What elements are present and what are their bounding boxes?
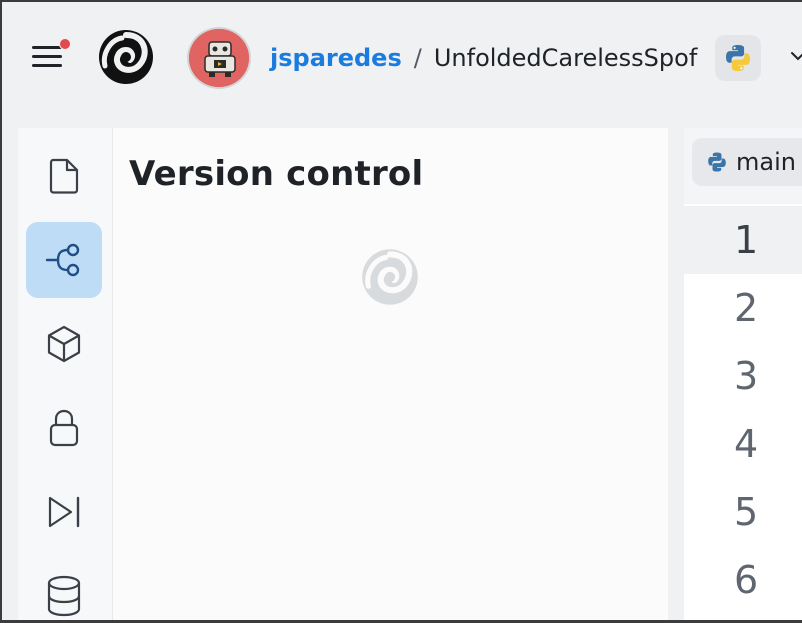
- git-branch-icon: [45, 243, 80, 277]
- repl-name[interactable]: UnfoldedCarelessSpof: [434, 44, 697, 72]
- top-bar: jsparedes / UnfoldedCarelessSpof: [2, 2, 802, 116]
- language-badge[interactable]: [715, 35, 761, 81]
- sidebar-item-debugger[interactable]: [26, 474, 102, 550]
- username-link[interactable]: jsparedes: [270, 44, 402, 72]
- database-icon: [47, 575, 81, 617]
- hamburger-icon-line: [32, 55, 62, 58]
- code-editor: main 1 2 3 4 5 6: [684, 128, 802, 620]
- tab-main[interactable]: main: [692, 138, 802, 186]
- sidebar-item-secrets[interactable]: [26, 390, 102, 466]
- sidebar-item-version-control[interactable]: [26, 222, 102, 298]
- menu-button[interactable]: [28, 36, 76, 76]
- python-icon: [726, 45, 750, 71]
- robot-avatar-icon: [189, 29, 249, 87]
- line-number: 3: [734, 354, 759, 398]
- replit-logo-icon[interactable]: [92, 26, 160, 88]
- app-window: jsparedes / UnfoldedCarelessSpof Version…: [0, 0, 802, 623]
- run-step-icon: [48, 496, 80, 528]
- line-number: 2: [734, 286, 759, 330]
- notification-dot: [59, 38, 71, 50]
- chevron-down-icon[interactable]: [788, 46, 802, 66]
- sidebar-rail: [18, 128, 112, 620]
- file-icon: [49, 158, 79, 194]
- package-cube-icon: [47, 325, 81, 363]
- hamburger-icon: [32, 46, 62, 49]
- breadcrumb-separator: /: [413, 44, 422, 72]
- loading-spinner-icon: [362, 249, 418, 305]
- python-icon: [708, 152, 726, 172]
- line-number: 6: [734, 558, 759, 602]
- line-number: 5: [734, 490, 759, 534]
- tab-label: main: [736, 148, 796, 176]
- sidebar-item-database[interactable]: [26, 558, 102, 620]
- version-control-panel: Version control: [112, 128, 668, 620]
- line-number-gutter: 1 2 3 4 5 6: [684, 206, 802, 614]
- hamburger-icon-line: [32, 64, 62, 67]
- line-number: 4: [734, 422, 759, 466]
- line-number: 1: [684, 206, 802, 274]
- lock-icon: [49, 409, 79, 447]
- sidebar-item-files[interactable]: [26, 138, 102, 214]
- editor-tab-bar: main: [684, 128, 802, 204]
- panel-title: Version control: [129, 154, 424, 194]
- breadcrumb: jsparedes / UnfoldedCarelessSpof: [270, 40, 697, 76]
- avatar[interactable]: [187, 27, 251, 89]
- sidebar-item-packages[interactable]: [26, 306, 102, 382]
